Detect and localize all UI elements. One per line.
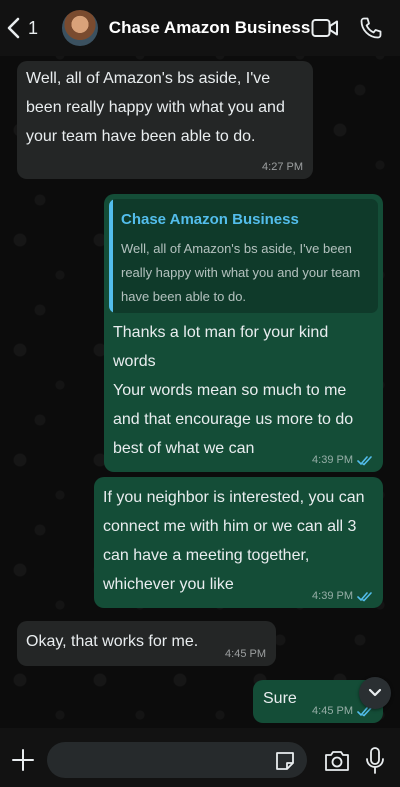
message-meta: 4:45 PM bbox=[225, 648, 266, 660]
message-meta: 4:27 PM bbox=[262, 161, 303, 173]
avatar[interactable] bbox=[62, 10, 98, 46]
chevron-left-icon bbox=[7, 17, 20, 39]
message-time: 4:27 PM bbox=[262, 161, 303, 173]
message-meta: 4:45 PM bbox=[312, 705, 373, 717]
chat-header: 1 Chase Amazon Business bbox=[0, 0, 400, 56]
read-ticks-icon bbox=[357, 455, 372, 465]
message-bubble-incoming[interactable]: Well, all of Amazon's bs aside, I've bee… bbox=[17, 61, 313, 179]
message-text: Okay, that works for me. bbox=[26, 633, 199, 650]
quote-accent-bar bbox=[109, 199, 113, 313]
read-ticks-icon bbox=[357, 591, 372, 601]
chevron-down-icon bbox=[368, 688, 382, 697]
plus-icon bbox=[12, 749, 34, 771]
quote-author: Chase Amazon Business bbox=[121, 211, 299, 228]
camera-icon[interactable] bbox=[323, 748, 351, 774]
scroll-to-bottom-button[interactable] bbox=[359, 677, 391, 709]
message-text: Thanks a lot man for your kind words You… bbox=[113, 324, 354, 457]
message-bubble-outgoing[interactable]: Chase Amazon Business Well, all of Amazo… bbox=[104, 194, 383, 472]
unread-count: 1 bbox=[28, 17, 39, 38]
video-call-icon bbox=[311, 19, 339, 37]
sticker-icon[interactable] bbox=[273, 749, 297, 773]
message-text: Sure bbox=[263, 690, 297, 707]
message-input[interactable] bbox=[47, 742, 307, 778]
microphone-icon[interactable] bbox=[364, 746, 386, 776]
message-time: 4:39 PM bbox=[312, 590, 353, 602]
message-bubble-outgoing[interactable]: If you neighbor is interested, you can c… bbox=[94, 477, 383, 608]
message-meta: 4:39 PM bbox=[312, 590, 373, 602]
contact-name[interactable]: Chase Amazon Business bbox=[109, 18, 311, 38]
composer-bar bbox=[0, 728, 400, 787]
message-text: Well, all of Amazon's bs aside, I've bee… bbox=[26, 70, 285, 145]
quoted-message[interactable]: Chase Amazon Business Well, all of Amazo… bbox=[109, 199, 378, 313]
message-meta: 4:39 PM bbox=[312, 454, 373, 466]
back-button[interactable]: 1 bbox=[6, 0, 38, 56]
attach-button[interactable] bbox=[9, 746, 37, 774]
message-time: 4:45 PM bbox=[312, 705, 353, 717]
video-call-button[interactable] bbox=[310, 13, 340, 43]
phone-call-icon bbox=[360, 17, 382, 39]
message-time: 4:39 PM bbox=[312, 454, 353, 466]
quote-text: Well, all of Amazon's bs aside, I've bee… bbox=[121, 241, 361, 304]
message-time: 4:45 PM bbox=[225, 648, 266, 660]
message-text: If you neighbor is interested, you can c… bbox=[103, 489, 365, 593]
message-bubble-incoming[interactable]: Okay, that works for me. 4:45 PM bbox=[17, 621, 276, 666]
voice-call-button[interactable] bbox=[356, 13, 386, 43]
